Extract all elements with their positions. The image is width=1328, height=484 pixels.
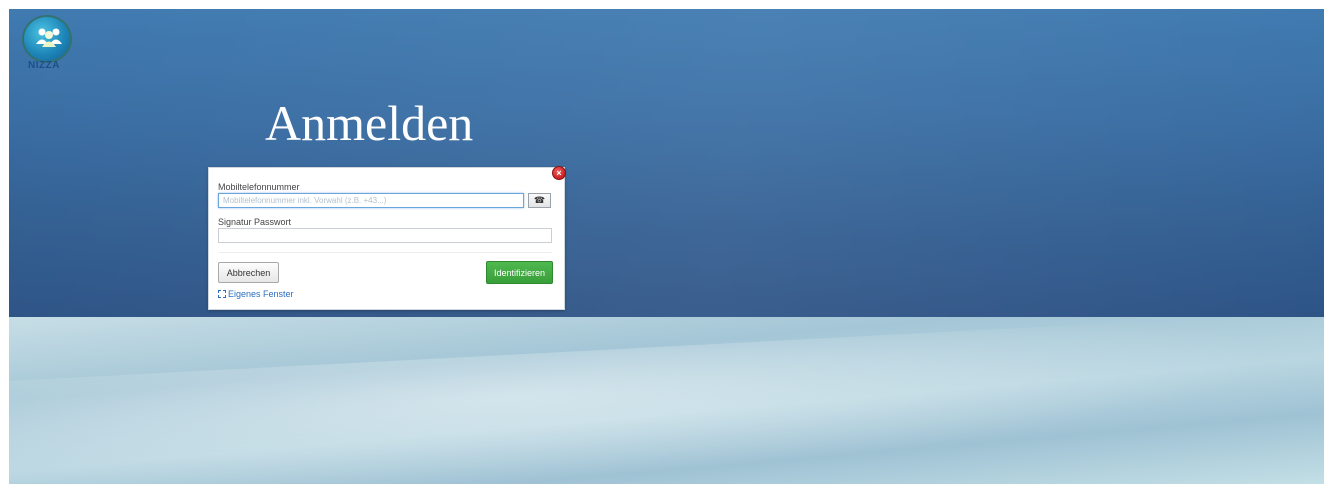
own-window-link[interactable]: Eigenes Fenster — [218, 289, 294, 299]
identify-button[interactable]: Identifizieren — [486, 261, 553, 284]
mobile-number-label: Mobiltelefonnummer — [218, 182, 300, 192]
login-page: NIZZA Anmelden Mobiltelefonnummer ☎ Sign… — [9, 9, 1324, 484]
logo-circle — [24, 17, 70, 61]
own-window-label: Eigenes Fenster — [228, 289, 294, 299]
people-group-icon — [36, 28, 62, 47]
dialog-separator — [218, 252, 552, 253]
signature-password-label: Signatur Passwort — [218, 217, 292, 227]
nizza-logo: NIZZA — [22, 17, 74, 77]
phone-book-button[interactable]: ☎ — [528, 193, 551, 208]
page-title: Anmelden — [265, 95, 474, 151]
login-dialog: Mobiltelefonnummer ☎ Signatur Passwort A… — [208, 167, 565, 310]
mobile-number-input[interactable] — [218, 193, 524, 208]
logo-text: NIZZA — [28, 60, 60, 71]
phone-book-icon: ☎ — [533, 195, 546, 205]
cancel-button[interactable]: Abbrechen — [218, 262, 279, 283]
close-icon[interactable]: × — [552, 166, 566, 180]
close-glyph: × — [556, 168, 562, 178]
signature-password-input[interactable] — [218, 228, 552, 243]
header-background — [9, 9, 1324, 317]
lower-background — [9, 317, 1324, 484]
expand-window-icon — [218, 290, 226, 298]
